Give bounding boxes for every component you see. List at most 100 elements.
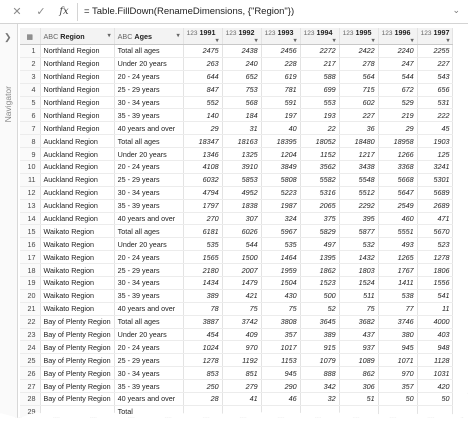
year-value-cell[interactable]: 437 xyxy=(339,328,379,342)
chevron-down-icon[interactable]: ▾ xyxy=(372,37,375,44)
year-value-cell[interactable]: 945 xyxy=(261,366,301,381)
year-value-cell[interactable]: 3645 xyxy=(300,315,340,329)
year-value-cell[interactable]: 937 xyxy=(339,340,379,355)
year-value-cell[interactable]: 454 xyxy=(183,328,223,342)
table-row[interactable]: 13 Auckland Region 35 - 39 years 1797 1838 19… xyxy=(20,199,454,213)
year-value-cell[interactable]: 1434 xyxy=(183,276,223,290)
ages-cell[interactable]: 20 - 24 years xyxy=(114,250,184,265)
year-value-cell[interactable]: 1500 xyxy=(222,250,262,265)
region-cell[interactable]: Auckland Region xyxy=(40,160,115,174)
ages-cell[interactable]: 40 years and over xyxy=(114,302,184,316)
ages-cell[interactable]: 30 - 34 years xyxy=(114,366,184,381)
year-value-cell[interactable]: 1079 xyxy=(300,353,340,368)
table-row[interactable]: 9 Auckland Region Under 20 years 1346 1325 12… xyxy=(20,147,454,162)
type-icon[interactable]: ABC xyxy=(118,32,133,41)
year-value-cell[interactable]: 538 xyxy=(378,289,418,303)
region-cell[interactable]: Northland Region xyxy=(40,121,115,136)
year-value-cell[interactable]: 2438 xyxy=(222,44,262,58)
year-value-cell[interactable] xyxy=(378,405,418,418)
table-row[interactable]: 20 Waikato Region 35 - 39 years 389 421 430 50… xyxy=(20,289,454,303)
year-value-cell[interactable]: 888 xyxy=(300,366,340,381)
region-cell[interactable]: Waikato Region xyxy=(40,276,115,290)
year-value-cell[interactable]: 1959 xyxy=(261,263,301,278)
year-value-cell[interactable]: 77 xyxy=(378,302,418,316)
year-value-cell[interactable]: 45 xyxy=(417,121,454,136)
ages-cell[interactable]: Total all ages xyxy=(114,44,184,58)
table-row[interactable]: 17 Waikato Region 20 - 24 years 1565 1500 146… xyxy=(20,250,454,265)
year-value-cell[interactable] xyxy=(417,405,454,418)
table-row[interactable]: 5 Northland Region 30 - 34 years 552 568 591 5… xyxy=(20,96,454,110)
table-row[interactable]: 18 Waikato Region 25 - 29 years 2180 2007 195… xyxy=(20,263,454,278)
year-value-cell[interactable]: 500 xyxy=(300,289,340,303)
year-value-cell[interactable]: 5548 xyxy=(339,173,379,187)
year-value-cell[interactable]: 227 xyxy=(417,57,454,71)
year-value-cell[interactable]: 493 xyxy=(378,237,418,252)
year-value-cell[interactable]: 602 xyxy=(339,96,379,110)
year-value-cell[interactable]: 970 xyxy=(222,340,262,355)
year-value-cell[interactable]: 591 xyxy=(261,96,301,110)
year-value-cell[interactable]: 3887 xyxy=(183,315,223,329)
year-value-cell[interactable]: 18163 xyxy=(222,134,262,149)
region-cell[interactable]: Auckland Region xyxy=(40,134,115,149)
ages-cell[interactable]: 40 years and over xyxy=(114,212,184,226)
year-value-cell[interactable]: 1767 xyxy=(378,263,418,278)
chevron-down-icon[interactable]: ▾ xyxy=(411,37,414,44)
table-row[interactable]: 1 Northland Region Total all ages 2475 2438 2… xyxy=(20,44,454,58)
year-value-cell[interactable]: 4108 xyxy=(183,160,223,174)
year-value-cell[interactable]: 847 xyxy=(183,83,223,97)
year-value-cell[interactable]: 6026 xyxy=(222,224,262,239)
year-value-cell[interactable]: 270 xyxy=(183,212,223,226)
ages-cell[interactable]: 40 years and over xyxy=(114,392,184,406)
year-value-cell[interactable]: 699 xyxy=(300,83,340,97)
ages-cell[interactable]: 40 years and over xyxy=(114,121,184,136)
year-value-cell[interactable]: 5853 xyxy=(222,173,262,187)
chevron-down-icon[interactable]: ▾ xyxy=(108,32,111,39)
year-value-cell[interactable]: 184 xyxy=(222,108,262,123)
table-row[interactable]: 8 Auckland Region Total all ages 18347 18163… xyxy=(20,134,454,149)
year-value-cell[interactable]: 22 xyxy=(300,121,340,136)
formula-input[interactable]: = Table.FillDown(RenameDimensions, {"Reg… xyxy=(84,6,294,17)
year-value-cell[interactable]: 915 xyxy=(300,340,340,355)
ages-cell[interactable]: 30 - 34 years xyxy=(114,276,184,290)
year-value-cell[interactable]: 29 xyxy=(378,121,418,136)
ages-cell[interactable]: Total all ages xyxy=(114,315,184,329)
ages-cell[interactable]: 25 - 29 years xyxy=(114,353,184,368)
table-row[interactable]: 10 Auckland Region 20 - 24 years 4108 3910 38… xyxy=(20,160,454,174)
year-value-cell[interactable]: 3742 xyxy=(222,315,262,329)
year-value-cell[interactable]: 1089 xyxy=(339,353,379,368)
year-value-cell[interactable]: 5829 xyxy=(300,224,340,239)
year-value-cell[interactable]: 2255 xyxy=(417,44,454,58)
type-icon[interactable]: 123 xyxy=(265,30,276,37)
region-cell[interactable]: Northland Region xyxy=(40,44,115,58)
table-row[interactable]: 3 Northland Region 20 - 24 years 644 652 619 5… xyxy=(20,70,454,84)
year-value-cell[interactable]: 2180 xyxy=(183,263,223,278)
year-value-cell[interactable]: 4000 xyxy=(417,315,454,329)
year-value-cell[interactable]: 945 xyxy=(378,340,418,355)
column-header[interactable]: 123 1996 ▾ xyxy=(378,28,418,45)
table-row[interactable]: 7 Northland Region 40 years and over 29 31 40… xyxy=(20,121,454,136)
table-row[interactable]: 28 Bay of Plenty Region 40 years and over 2… xyxy=(20,392,454,406)
year-value-cell[interactable]: 460 xyxy=(378,212,418,226)
type-icon[interactable]: 123 xyxy=(343,30,354,37)
year-value-cell[interactable]: 543 xyxy=(417,70,454,84)
year-value-cell[interactable]: 75 xyxy=(261,302,301,316)
year-value-cell[interactable] xyxy=(183,405,223,418)
year-value-cell[interactable]: 5808 xyxy=(261,173,301,187)
year-value-cell[interactable]: 125 xyxy=(417,147,454,162)
year-value-cell[interactable]: 3849 xyxy=(261,160,301,174)
chevron-down-icon[interactable]: ▾ xyxy=(446,37,449,44)
year-value-cell[interactable]: 219 xyxy=(378,108,418,123)
year-value-cell[interactable]: 430 xyxy=(261,289,301,303)
region-cell[interactable]: Auckland Region xyxy=(40,173,115,187)
column-header[interactable]: 123 1997 ▾ xyxy=(417,28,454,45)
year-value-cell[interactable]: 2007 xyxy=(222,263,262,278)
chevron-down-icon[interactable]: ▾ xyxy=(255,37,258,44)
year-value-cell[interactable]: 279 xyxy=(222,379,262,394)
year-value-cell[interactable]: 862 xyxy=(339,366,379,381)
year-value-cell[interactable]: 1565 xyxy=(183,250,223,265)
table-row[interactable]: 22 Bay of Plenty Region Total all ages 3887… xyxy=(20,315,454,329)
year-value-cell[interactable]: 535 xyxy=(183,237,223,252)
year-value-cell[interactable]: 1838 xyxy=(222,199,262,213)
year-value-cell[interactable]: 1152 xyxy=(300,147,340,162)
year-value-cell[interactable]: 380 xyxy=(378,328,418,342)
